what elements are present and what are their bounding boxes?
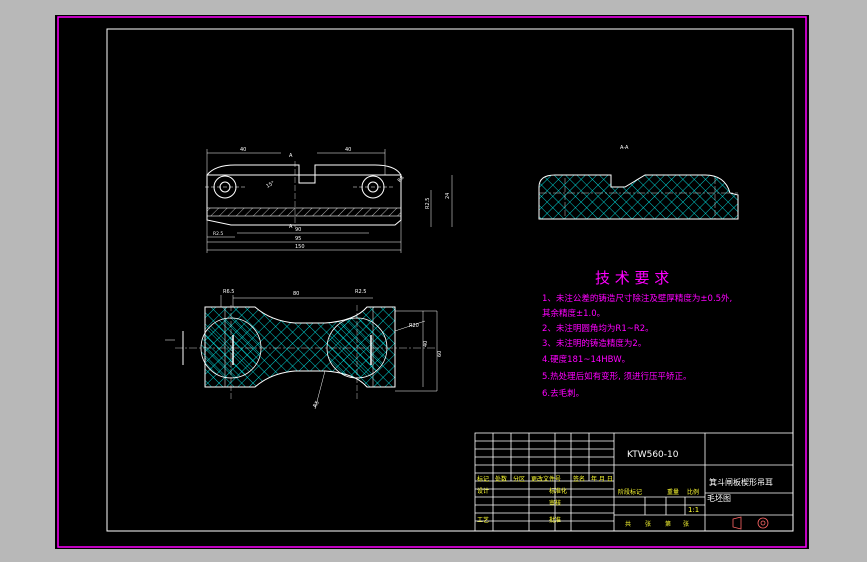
mid-label-weight: 重量 — [667, 489, 680, 496]
part-name-suffix: 毛坯图 — [707, 494, 731, 503]
dim-front-overall: 150 — [295, 244, 305, 250]
dim-front-top-right: 40 — [345, 147, 351, 153]
dim-plan-left: R6.5 — [223, 289, 234, 295]
tech-title: 技 术 要 求 — [595, 269, 670, 287]
front-view: 40 40 A A 15° R8 24 R2.5 R2.5 90 95 150 — [205, 147, 453, 253]
section-view: A-A — [538, 145, 739, 220]
part-name: 箕斗闸板楔形吊耳 — [709, 478, 773, 487]
dim-front-height: 24 — [445, 193, 451, 199]
outer-frame — [57, 16, 807, 548]
dim-front-mid: 95 — [295, 236, 301, 242]
inner-frame — [106, 28, 794, 532]
tech-line-7: 6.去毛刺。 — [542, 389, 585, 399]
dim-front-inner: 90 — [295, 227, 301, 233]
section-label: A-A — [620, 145, 629, 151]
mid-label-stage: 阶段标记 — [618, 489, 643, 496]
tech-line-4: 3、未注明的铸造精度为2。 — [542, 339, 647, 349]
row-label-1: 标记 — [477, 476, 490, 483]
tech-line-3: 2、未注明圆角均为R1~R2。 — [542, 324, 654, 334]
row-label-2: 处数 — [495, 476, 508, 483]
dim-front-thickness: R2.5 — [425, 198, 431, 209]
bottom-label-total: 共 — [625, 521, 632, 528]
row-label-5: 签名 — [573, 476, 586, 483]
tech-line-1: 1、未注公差的铸造尺寸除注及壁厚精度为±0.5外, — [542, 294, 733, 304]
left-label-approve: 批准 — [549, 517, 562, 524]
dim-plan-height-1: 40 — [423, 341, 429, 347]
bottom-label-sheets-2: 张 — [683, 521, 690, 528]
tech-line-2: 其余精度±1.0。 — [542, 309, 606, 319]
drawing-number: KTW560-10 — [627, 450, 679, 460]
dim-plan-right: R2.5 — [355, 289, 366, 295]
dim-front-radius: R8 — [397, 175, 406, 184]
tech-line-5: 4.硬度181~14HBW。 — [542, 355, 631, 365]
scale-value: 1:1 — [688, 506, 700, 514]
bottom-label-no: 第 — [665, 521, 672, 528]
dim-plan-span: 80 — [293, 291, 299, 297]
section-mark-bottom: A — [289, 224, 293, 230]
left-label-review: 审核 — [549, 500, 562, 507]
cad-canvas: 40 40 A A 15° R8 24 R2.5 R2.5 90 95 150 … — [55, 15, 809, 549]
dim-front-top-left: 40 — [240, 147, 246, 153]
plan-view: R6.5 80 R2.5 R20 40 60 R5 — [165, 289, 443, 410]
left-label-design: 设计 — [477, 488, 490, 495]
bottom-label-sheets-1: 张 — [645, 521, 652, 528]
dim-plan-height-2: 60 — [437, 351, 443, 357]
row-label-3: 分区 — [513, 476, 526, 483]
left-label-standard: 标准化 — [549, 488, 568, 495]
left-label-process: 工艺 — [477, 517, 490, 524]
row-label-4: 更改文件号 — [531, 476, 562, 483]
dim-front-offset: R2.5 — [213, 231, 223, 237]
row-label-6: 年 月 日 — [591, 476, 613, 483]
dim-front-angle: 15° — [265, 180, 276, 190]
cad-drawing: 40 40 A A 15° R8 24 R2.5 R2.5 90 95 150 … — [57, 16, 807, 548]
dim-plan-bottom: R5 — [312, 400, 321, 409]
mid-label-scale: 比例 — [687, 489, 700, 496]
tech-line-6: 5.热处理后如有变形, 须进行压平矫正。 — [542, 372, 692, 382]
section-mark-top: A — [289, 153, 293, 159]
